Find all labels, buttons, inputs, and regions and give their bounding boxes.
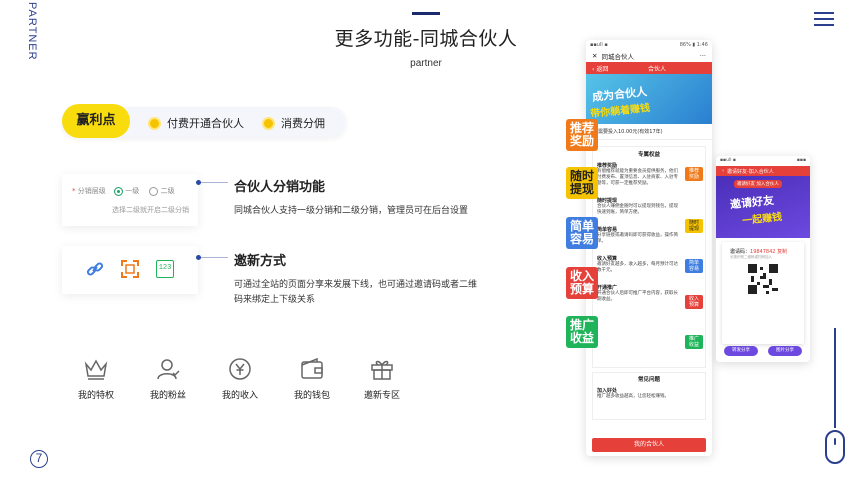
scan-icon[interactable] (121, 260, 139, 278)
crown-icon (84, 359, 108, 380)
section-heading: 随时提现 (597, 198, 618, 204)
benefit-item: 付费开通合伙人 (148, 115, 244, 131)
my-partner-button[interactable]: 我的合伙人 (592, 438, 706, 452)
mini-tag: 简单 容易 (685, 259, 703, 273)
banner-line: 一起赚钱 (741, 211, 783, 228)
benefit-label: 付费开通合伙人 (167, 117, 244, 130)
coin-icon (148, 116, 161, 130)
copy-button[interactable]: 复制 (777, 249, 787, 255)
faq-box: 常见问题 加入好处 推广越多收益越高，让您轻松赚钱。 (592, 372, 706, 420)
benefits-box: 专属权益 推荐奖励 有偿推荐就能为重要会员提供服务，他们付费发布、置顶信息、入驻… (592, 146, 706, 368)
qr-hint: 长按识别二维码或扫码加入 (730, 255, 772, 259)
my-privilege[interactable]: 我的特权 (66, 356, 126, 401)
income-icon (229, 358, 251, 380)
status-bar: ▪▪ull ▪ ▪▪▪ (720, 158, 806, 163)
mini-tag: 收入 预算 (685, 295, 703, 309)
tag-recommend-reward: 推荐 奖励 (566, 119, 598, 151)
level-option-2[interactable]: 二级 (149, 186, 175, 196)
close-icon[interactable]: ✕ (592, 52, 597, 60)
feature-desc-line: 码来绑定上下级关系 (234, 295, 316, 305)
my-wallet[interactable]: 我的钱包 (282, 356, 342, 401)
back-icon[interactable]: ‹ (722, 168, 724, 174)
section-heading: 推荐奖励 (597, 163, 618, 169)
section-text: 开通合伙人后即可推广平台内容，获取长期收益。 (597, 291, 678, 302)
title-accent-bar (412, 12, 440, 15)
mini-tag: 推广 收益 (685, 335, 703, 349)
gift-icon (371, 360, 393, 380)
app-title-bar: ✕ 同城合伙人 ··· (592, 52, 706, 61)
share-forward-button[interactable]: 转发分享 (724, 346, 758, 356)
feature-desc: 同城合伙人支持一级分销和二级分销，管理员可在后台设置 (234, 206, 469, 216)
status-bar: ▪▪ull ▪ 86% ▮ 1:46 (590, 42, 708, 48)
partner-banner: 成为合伙人 带你躺着赚钱 (586, 74, 712, 124)
tag-simple-easy: 简单 容易 (566, 217, 598, 249)
scroll-track (834, 328, 836, 428)
section-title: 专属权益 (637, 152, 660, 158)
icon-label: 我的特权 (77, 391, 114, 401)
faq-title: 常见问题 (637, 377, 660, 383)
share-image-button[interactable]: 图片分享 (768, 346, 802, 356)
icon-label: 邀新专区 (363, 391, 400, 401)
feature-title: 合伙人分销功能 (234, 180, 326, 195)
coin-icon (262, 116, 275, 130)
faq-item: 加入好处 (597, 388, 618, 394)
feature-desc-line: 可通过全站的页面分享来发展下线，也可通过邀请码或者二维 (234, 280, 478, 290)
invite-zone[interactable]: 邀新专区 (352, 356, 412, 401)
invite-banner: 邀请好友 加入合伙人 邀请好友 一起赚钱 (716, 176, 810, 238)
tag-withdraw-anytime: 随时 提现 (566, 167, 598, 199)
level-option-1[interactable]: 一级 (113, 186, 139, 196)
section-heading: 简单容易 (597, 227, 618, 233)
invite-header: ‹ 邀请好友-加入合伙人 (716, 166, 810, 176)
section-text: 分享链接或邀请码即可获得收益，操作简单。 (597, 233, 678, 244)
level-field: * 分销层级 一级 二级 (72, 186, 175, 196)
code-icon[interactable]: 123 (156, 260, 174, 278)
page-nav: ‹ 返回 合伙人 (586, 62, 712, 74)
wallet-icon (301, 357, 323, 379)
connector-line (200, 182, 228, 183)
radio-icon[interactable] (113, 186, 123, 196)
level-hint: 选择二级就开启二级分销 (112, 206, 189, 214)
connector-dot (196, 180, 201, 185)
level-label: 分销层级 (77, 187, 106, 195)
feature-title: 邀新方式 (234, 254, 287, 269)
mini-tag: 随时 提现 (685, 219, 703, 233)
fans-icon (157, 359, 180, 380)
icon-label: 我的收入 (221, 391, 258, 401)
price-text: 需要投入10.00元(有效17年) (586, 124, 712, 140)
invite-methods-card: 123 (62, 246, 198, 294)
page-number: 7 (30, 450, 48, 468)
distribution-level-card: * 分销层级 一级 二级 选择二级就开启二级分销 (62, 174, 198, 226)
tag-promotion-income: 推广 收益 (566, 316, 598, 348)
banner-sub: 邀请好友 加入合伙人 (734, 180, 782, 188)
mouse-scroll-icon[interactable] (825, 430, 845, 464)
radio-icon[interactable] (149, 186, 159, 196)
section-text: 合伙人赚佣金随时可以提现到钱包，提现快速到账，简单方便。 (597, 204, 678, 215)
faq-text: 推广越多收益越高，让您轻松赚钱。 (597, 394, 669, 399)
connector-line (200, 257, 228, 258)
icon-label: 我的钱包 (293, 391, 330, 401)
link-icon[interactable] (86, 260, 104, 278)
benefits-label: 赢利点 (62, 104, 130, 138)
phone-invite-page: ▪▪ull ▪ ▪▪▪ ‹ 邀请好友-加入合伙人 邀请好友 加入合伙人 邀请好友 一… (716, 156, 810, 362)
more-icon[interactable]: ··· (700, 52, 706, 60)
invite-card: 邀请码：19847842 复制 长按识别二维码或扫码加入 (722, 242, 804, 344)
section-text: 邀请好友越多，收入越多，每月预计可达数千元。 (597, 262, 678, 273)
section-heading: 收入预算 (597, 256, 618, 262)
section-heading: 开通推广 (597, 285, 618, 291)
section-text: 有偿推荐就能为重要会员提供服务，他们付费发布、置顶信息、入驻商家、入驻专题等，可… (597, 169, 678, 186)
qr-code-icon (748, 264, 778, 294)
my-income[interactable]: 我的收入 (210, 356, 270, 401)
connector-dot (196, 255, 201, 260)
page-subtitle: partner (410, 58, 442, 69)
phone-partner-page: ▪▪ull ▪ 86% ▮ 1:46 ✕ 同城合伙人 ··· ‹ 返回 合伙人 成为合伙… (586, 40, 712, 456)
back-button[interactable]: ‹ 返回 (592, 64, 608, 73)
benefit-item: 消费分佣 (262, 115, 325, 131)
icon-label: 我的粉丝 (149, 391, 186, 401)
mini-tag: 推荐 奖励 (685, 167, 703, 181)
invite-code-row: 邀请码：19847842 复制 (730, 249, 788, 255)
my-fans[interactable]: 我的粉丝 (138, 356, 198, 401)
benefit-label: 消费分佣 (281, 117, 325, 130)
page-title: 更多功能-同城合伙人 (334, 28, 518, 50)
tag-income-budget: 收入 预算 (566, 267, 598, 299)
